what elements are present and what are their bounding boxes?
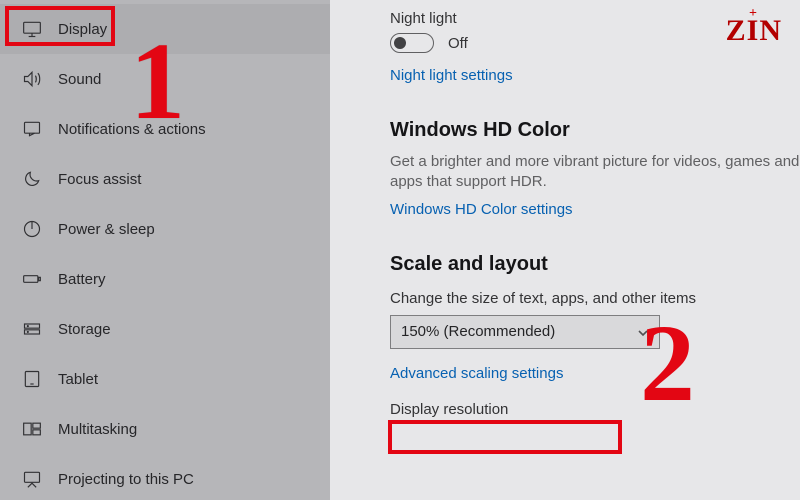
- sidebar-item-sound[interactable]: Sound: [0, 54, 330, 104]
- multitasking-icon: [22, 419, 42, 439]
- night-light-toggle-row: Off: [390, 33, 800, 53]
- settings-window: Display Sound Notifications & actions Fo…: [0, 0, 800, 500]
- storage-icon: [22, 319, 42, 339]
- sidebar-item-tablet[interactable]: Tablet: [0, 354, 330, 404]
- sidebar-item-label: Multitasking: [58, 421, 137, 438]
- sidebar-item-label: Storage: [58, 321, 111, 338]
- notifications-icon: [22, 119, 42, 139]
- power-icon: [22, 219, 42, 239]
- sidebar-item-display[interactable]: Display: [0, 4, 330, 54]
- monitor-icon: [22, 19, 42, 39]
- scale-dropdown-value: 150% (Recommended): [401, 323, 555, 340]
- sidebar-item-label: Tablet: [58, 371, 98, 388]
- sidebar-item-label: Power & sleep: [58, 221, 155, 238]
- sidebar-item-projecting[interactable]: Projecting to this PC: [0, 454, 330, 500]
- advanced-scaling-link[interactable]: Advanced scaling settings: [390, 365, 563, 382]
- toggle-knob: [394, 37, 406, 49]
- settings-sidebar: Display Sound Notifications & actions Fo…: [0, 0, 330, 500]
- scale-field-label: Change the size of text, apps, and other…: [390, 290, 800, 307]
- hd-color-description: Get a brighter and more vibrant picture …: [390, 152, 800, 193]
- sidebar-item-label: Sound: [58, 71, 101, 88]
- night-light-settings-link[interactable]: Night light settings: [390, 67, 513, 84]
- battery-icon: [22, 269, 42, 289]
- projecting-icon: [22, 469, 42, 489]
- sidebar-item-label: Focus assist: [58, 171, 141, 188]
- display-resolution-label: Display resolution: [390, 401, 800, 418]
- scale-dropdown[interactable]: 150% (Recommended): [390, 315, 660, 349]
- sidebar-item-label: Display: [58, 21, 107, 38]
- scale-layout-heading: Scale and layout: [390, 253, 800, 276]
- sidebar-item-power-sleep[interactable]: Power & sleep: [0, 204, 330, 254]
- sidebar-item-label: Notifications & actions: [58, 121, 206, 138]
- sidebar-item-battery[interactable]: Battery: [0, 254, 330, 304]
- settings-main-panel: Night light Off Night light settings Win…: [330, 0, 800, 500]
- sidebar-item-multitasking[interactable]: Multitasking: [0, 404, 330, 454]
- sidebar-item-focus-assist[interactable]: Focus assist: [0, 154, 330, 204]
- night-light-toggle[interactable]: [390, 33, 434, 53]
- hd-color-settings-link[interactable]: Windows HD Color settings: [390, 201, 573, 218]
- sidebar-item-label: Battery: [58, 271, 106, 288]
- chevron-down-icon: [637, 326, 649, 338]
- sound-icon: [22, 69, 42, 89]
- tablet-icon: [22, 369, 42, 389]
- night-light-label: Night light: [390, 10, 800, 27]
- night-light-toggle-state: Off: [448, 35, 468, 52]
- sidebar-item-notifications[interactable]: Notifications & actions: [0, 104, 330, 154]
- hd-color-heading: Windows HD Color: [390, 119, 800, 142]
- sidebar-item-storage[interactable]: Storage: [0, 304, 330, 354]
- moon-icon: [22, 169, 42, 189]
- sidebar-item-label: Projecting to this PC: [58, 471, 194, 488]
